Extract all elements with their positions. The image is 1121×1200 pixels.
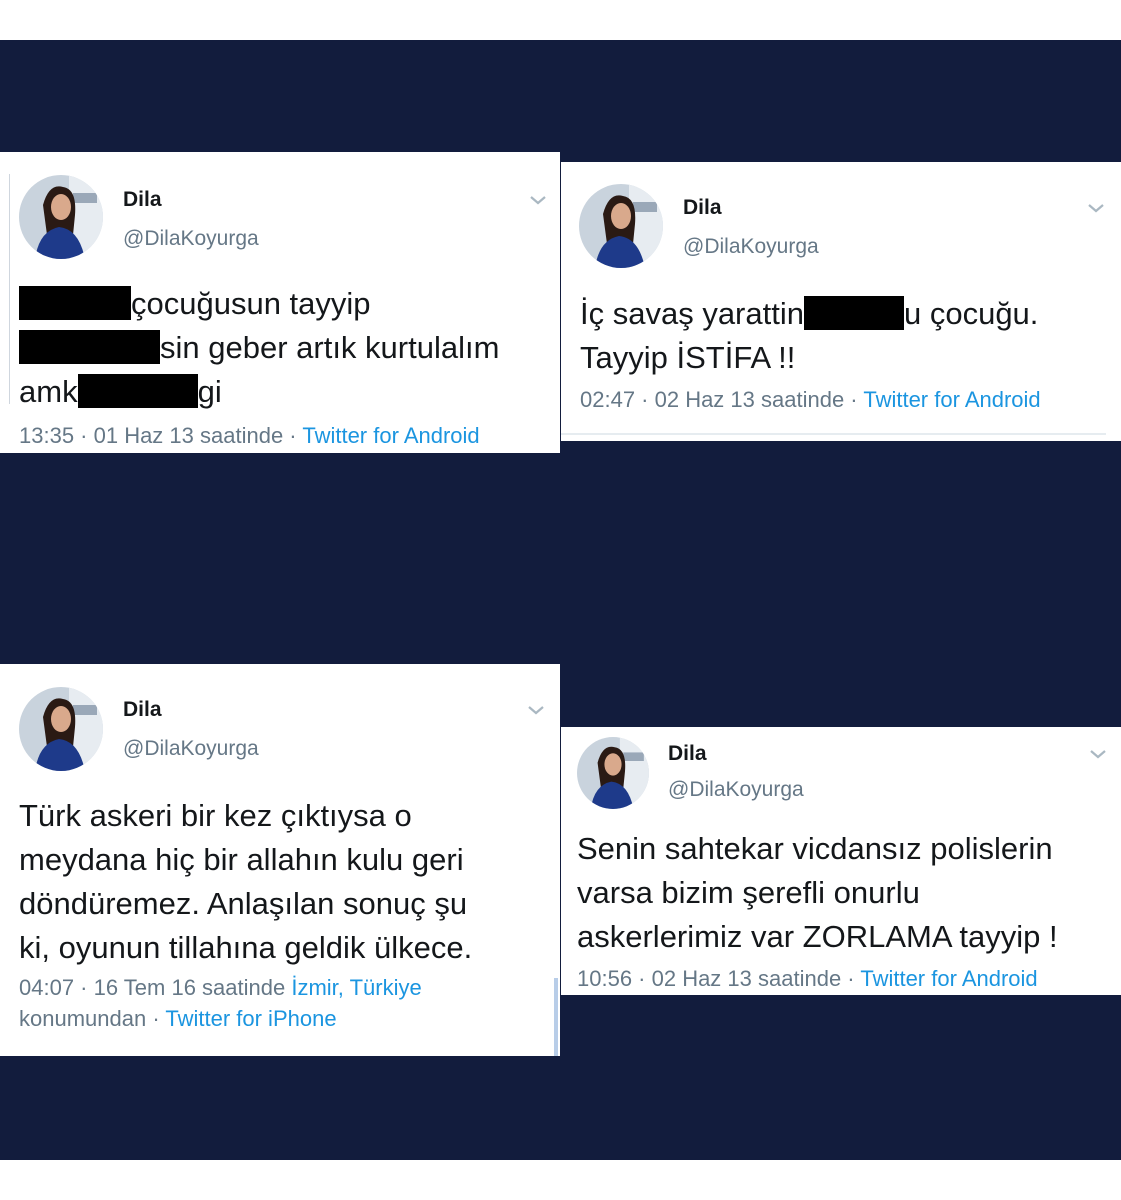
avatar[interactable] <box>19 687 103 771</box>
avatar-image <box>19 687 103 771</box>
timestamp: 02:47 · 02 Haz 13 saatinde · <box>580 387 864 412</box>
tweet-line-3: döndüremez. Anlaşılan sonuç şu <box>19 886 468 921</box>
source-link[interactable]: Twitter for Android <box>302 423 479 448</box>
location-link[interactable]: İzmir, Türkiye <box>291 975 421 1000</box>
user-handle[interactable]: @DilaKoyurga <box>683 235 819 259</box>
tweet-meta: 13:35 · 01 Haz 13 saatinde · Twitter for… <box>19 420 480 451</box>
tweet-line-2: varsa bizim şerefli onurlu <box>577 875 920 910</box>
tweet-meta: 04:07 · 16 Tem 16 saatinde İzmir, Türkiy… <box>19 972 422 1034</box>
chevron-down-icon[interactable] <box>1089 748 1107 760</box>
tweet-text-segment: çocuğusun tayyip <box>131 286 371 321</box>
timestamp: 13:35 · 01 Haz 13 saatinde · <box>19 423 303 448</box>
tweet-text: Türk askeri bir kez çıktıysa o meydana h… <box>19 794 472 970</box>
card-edge <box>0 174 10 404</box>
chevron-down-icon[interactable] <box>1087 202 1105 214</box>
redaction-block <box>803 296 904 330</box>
meta-line-2: konumundan · Twitter for iPhone <box>19 1003 422 1034</box>
display-name[interactable]: Dila <box>668 742 707 766</box>
user-handle[interactable]: @DilaKoyurga <box>123 227 259 251</box>
display-name[interactable]: Dila <box>123 698 162 722</box>
redaction-block <box>19 286 131 320</box>
source-link[interactable]: Twitter for iPhone <box>165 1006 336 1031</box>
timestamp: 04:07 · 16 Tem 16 saatinde <box>19 975 292 1000</box>
user-handle[interactable]: @DilaKoyurga <box>668 778 804 802</box>
tweet-text: İç savaş yarattin u çocuğu. Tayyip İSTİFA… <box>580 292 1038 380</box>
chevron-down-icon[interactable] <box>529 194 547 206</box>
tweet-card-3[interactable]: Dila @DilaKoyurga Türk askeri bir kez çı… <box>0 664 560 1056</box>
redaction-block <box>19 330 160 364</box>
tweet-text-segment: İç savaş yarattin <box>580 296 804 331</box>
display-name[interactable]: Dila <box>683 196 722 220</box>
collage: Dila @DilaKoyurga çocuğusun tayyip sin g… <box>0 0 1121 1200</box>
tweet-card-2[interactable]: Dila @DilaKoyurga İç savaş yarattin u çoc… <box>561 162 1121 441</box>
tweet-text-segment: sin geber artık kurtulalım <box>160 330 500 365</box>
tweet-line-3: askerlerimiz var ZORLAMA tayyip ! <box>577 919 1058 954</box>
tweet-line-2: sin geber artık kurtulalım <box>19 326 499 370</box>
avatar[interactable] <box>577 737 649 809</box>
source-link[interactable]: Twitter for Android <box>860 966 1037 991</box>
tweet-line-2: Tayyip İSTİFA !! <box>580 340 796 375</box>
tweet-line-2: meydana hiç bir allahın kulu geri <box>19 842 464 877</box>
tweet-text-segment: gi <box>197 374 222 409</box>
chevron-down-icon[interactable] <box>527 704 545 716</box>
display-name[interactable]: Dila <box>123 188 162 212</box>
tweet-line-4: ki, oyunun tillahına geldik ülkece. <box>19 930 473 965</box>
tweet-line-1: Türk askeri bir kez çıktıysa o <box>19 798 412 833</box>
tweet-card-1[interactable]: Dila @DilaKoyurga çocuğusun tayyip sin g… <box>0 152 560 453</box>
scroll-accent <box>554 978 558 1056</box>
tweet-meta: 02:47 · 02 Haz 13 saatinde · Twitter for… <box>580 384 1041 415</box>
avatar[interactable] <box>579 184 663 268</box>
tweet-card-4[interactable]: Dila @DilaKoyurga Senin sahtekar vicdans… <box>561 727 1121 995</box>
tweet-text: Senin sahtekar vicdansız polislerin vars… <box>577 827 1058 959</box>
meta-line-1: 04:07 · 16 Tem 16 saatinde İzmir, Türkiy… <box>19 972 422 1003</box>
redaction-block <box>77 374 198 408</box>
tweet-meta: 10:56 · 02 Haz 13 saatinde · Twitter for… <box>577 963 1038 994</box>
location-suffix: konumundan · <box>19 1006 166 1031</box>
tweet-line-1: İç savaş yarattin u çocuğu. <box>580 292 1038 336</box>
source-link[interactable]: Twitter for Android <box>863 387 1040 412</box>
tweet-line-3: amk gi <box>19 370 499 414</box>
divider <box>561 433 1106 435</box>
timestamp: 10:56 · 02 Haz 13 saatinde · <box>577 966 861 991</box>
avatar-image <box>577 737 649 809</box>
tweet-text: çocuğusun tayyip sin geber artık kurtula… <box>19 282 499 414</box>
avatar-image <box>19 175 103 259</box>
tweet-text-segment: amk <box>19 374 78 409</box>
tweet-line-1: Senin sahtekar vicdansız polislerin <box>577 831 1053 866</box>
user-handle[interactable]: @DilaKoyurga <box>123 737 259 761</box>
avatar-image <box>579 184 663 268</box>
tweet-text-segment: u çocuğu. <box>903 296 1039 331</box>
avatar[interactable] <box>19 175 103 259</box>
tweet-line-1: çocuğusun tayyip <box>19 282 499 326</box>
